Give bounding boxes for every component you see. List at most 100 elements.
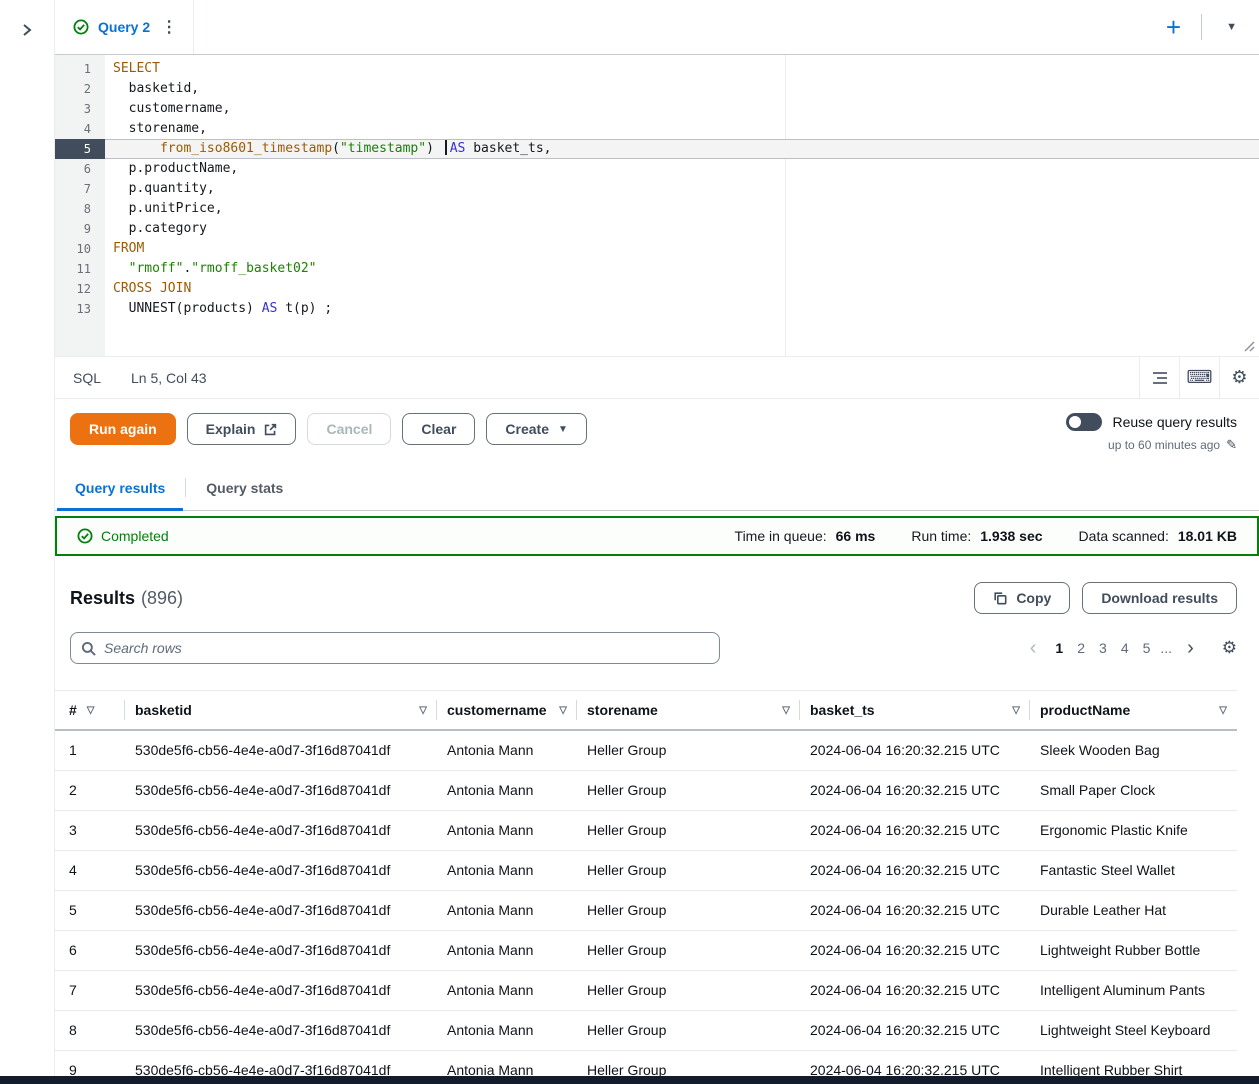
format-query-button[interactable] <box>1139 357 1179 398</box>
column-label: basket_ts <box>810 702 875 718</box>
clear-button[interactable]: Clear <box>402 413 475 445</box>
tab-list-dropdown-button[interactable]: ▼ <box>1202 21 1243 33</box>
code-token: AS <box>262 301 278 316</box>
line-number: 2 <box>55 79 105 99</box>
code-token: FROM <box>113 241 144 256</box>
table-cell: 4 <box>55 850 125 890</box>
explain-button[interactable]: Explain <box>187 413 297 445</box>
table-cell: 530de5f6-cb56-4e4e-a0d7-3f16d87041df <box>125 930 437 970</box>
column-header[interactable]: productName▽ <box>1030 691 1237 731</box>
sort-filter-icon[interactable]: ▽ <box>559 705 567 716</box>
code-line[interactable]: 4 storename, <box>55 119 1259 139</box>
status-completed-label: Completed <box>101 528 169 544</box>
column-header[interactable]: basketid ▽ <box>125 691 437 731</box>
sort-filter-icon[interactable]: ▽ <box>87 705 95 716</box>
format-lines-icon <box>1152 371 1168 385</box>
table-cell: Antonia Mann <box>437 810 577 850</box>
code-token: p.unitPrice, <box>113 201 223 216</box>
code-token <box>113 261 129 276</box>
code-text: p.unitPrice, <box>105 199 1259 219</box>
new-query-tab-button[interactable]: + <box>1146 14 1201 40</box>
sort-filter-icon[interactable]: ▽ <box>782 705 790 716</box>
results-toolbar: ‹ 12345... › ⚙ <box>70 632 1237 664</box>
cancel-button[interactable]: Cancel <box>307 413 391 445</box>
table-cell: Ergonomic Plastic Knife <box>1030 810 1237 850</box>
next-page-button[interactable]: › <box>1181 638 1200 658</box>
code-line[interactable]: 5 from_iso8601_timestamp("timestamp") AS… <box>55 139 1259 159</box>
code-line[interactable]: 2 basketid, <box>55 79 1259 99</box>
editor-settings-button[interactable]: ⚙ <box>1219 357 1259 398</box>
column-header-inner: basket_ts ▽ <box>810 702 1020 718</box>
sort-filter-icon[interactable]: ▽ <box>419 705 427 716</box>
page-button[interactable]: 1 <box>1048 636 1070 660</box>
search-rows-input[interactable] <box>104 640 709 656</box>
column-header[interactable]: basket_ts ▽ <box>800 691 1030 731</box>
code-token: basket_ts, <box>465 141 551 156</box>
code-line[interactable]: 6 p.productName, <box>55 159 1259 179</box>
chevron-down-icon: ▼ <box>558 424 568 435</box>
run-again-button[interactable]: Run again <box>70 413 176 445</box>
reuse-query-results-toggle[interactable] <box>1066 413 1102 431</box>
table-cell: 3 <box>55 810 125 850</box>
code-token: p.productName, <box>113 161 238 176</box>
table-row: 6530de5f6-cb56-4e4e-a0d7-3f16d87041dfAnt… <box>55 930 1237 970</box>
results-title: Results <box>70 588 135 609</box>
tab-query-results[interactable]: Query results <box>55 465 185 510</box>
code-token: p.category <box>113 221 207 236</box>
editor-resize-handle[interactable] <box>1243 340 1255 352</box>
expand-panel-button[interactable] <box>13 16 41 44</box>
tab-kebab-menu-icon[interactable]: ⋮ <box>159 17 179 37</box>
code-line[interactable]: 9 p.category <box>55 219 1259 239</box>
table-cell: 2024-06-04 16:20:32.215 UTC <box>800 970 1030 1010</box>
keyboard-shortcuts-button[interactable]: ⌨ <box>1179 357 1219 398</box>
table-cell: 8 <box>55 1010 125 1050</box>
code-line[interactable]: 10FROM <box>55 239 1259 259</box>
page-button[interactable]: 3 <box>1092 636 1114 660</box>
results-section: Results (896) Copy Download results <box>55 556 1259 664</box>
code-line[interactable]: 12CROSS JOIN <box>55 279 1259 299</box>
sql-editor[interactable]: 1SELECT2 basketid,3 customername,4 store… <box>55 55 1259 357</box>
tab-query-stats[interactable]: Query stats <box>186 465 303 510</box>
table-cell: Antonia Mann <box>437 770 577 810</box>
column-header[interactable]: #▽ <box>55 691 125 731</box>
code-line[interactable]: 11 "rmoff"."rmoff_basket02" <box>55 259 1259 279</box>
line-number: 5 <box>55 139 105 159</box>
column-header[interactable]: customername▽ <box>437 691 577 731</box>
table-preferences-gear-icon[interactable]: ⚙ <box>1222 638 1237 658</box>
sort-filter-icon[interactable]: ▽ <box>1012 705 1020 716</box>
table-cell: 530de5f6-cb56-4e4e-a0d7-3f16d87041df <box>125 770 437 810</box>
code-line[interactable]: 8 p.unitPrice, <box>55 199 1259 219</box>
code-token: storename, <box>113 121 207 136</box>
code-line[interactable]: 13 UNNEST(products) AS t(p) ; <box>55 299 1259 319</box>
copy-icon <box>993 591 1007 605</box>
edit-pencil-icon[interactable]: ✎ <box>1226 437 1237 453</box>
results-table: #▽basketid▽customername▽storename▽basket… <box>55 690 1237 1084</box>
page-button[interactable]: 5 <box>1136 636 1158 660</box>
results-actions: Copy Download results <box>974 582 1237 614</box>
pagination-ellipsis: ... <box>1157 640 1175 656</box>
reuse-duration-row: up to 60 minutes ago ✎ <box>1108 437 1237 453</box>
page-button[interactable]: 2 <box>1070 636 1092 660</box>
table-cell: Antonia Mann <box>437 930 577 970</box>
table-cell: Heller Group <box>577 770 800 810</box>
copy-button[interactable]: Copy <box>974 582 1070 614</box>
previous-page-button[interactable]: ‹ <box>1024 638 1043 658</box>
create-dropdown-button[interactable]: Create ▼ <box>486 413 587 445</box>
code-line[interactable]: 1SELECT <box>55 59 1259 79</box>
table-cell: Heller Group <box>577 810 800 850</box>
column-header[interactable]: storename▽ <box>577 691 800 731</box>
code-token: "timestamp" <box>340 141 426 156</box>
external-link-icon <box>264 423 277 436</box>
download-results-button[interactable]: Download results <box>1082 582 1237 614</box>
table-cell: Heller Group <box>577 930 800 970</box>
sort-filter-icon[interactable]: ▽ <box>1219 705 1227 716</box>
code-lines: 1SELECT2 basketid,3 customername,4 store… <box>55 55 1259 319</box>
table-cell: Intelligent Aluminum Pants <box>1030 970 1237 1010</box>
code-line[interactable]: 7 p.quantity, <box>55 179 1259 199</box>
table-cell: 2024-06-04 16:20:32.215 UTC <box>800 770 1030 810</box>
tab-query-2[interactable]: Query 2 ⋮ <box>55 0 194 54</box>
page-button[interactable]: 4 <box>1114 636 1136 660</box>
code-line[interactable]: 3 customername, <box>55 99 1259 119</box>
code-token: basketid, <box>113 81 199 96</box>
column-label: basketid <box>135 702 192 718</box>
